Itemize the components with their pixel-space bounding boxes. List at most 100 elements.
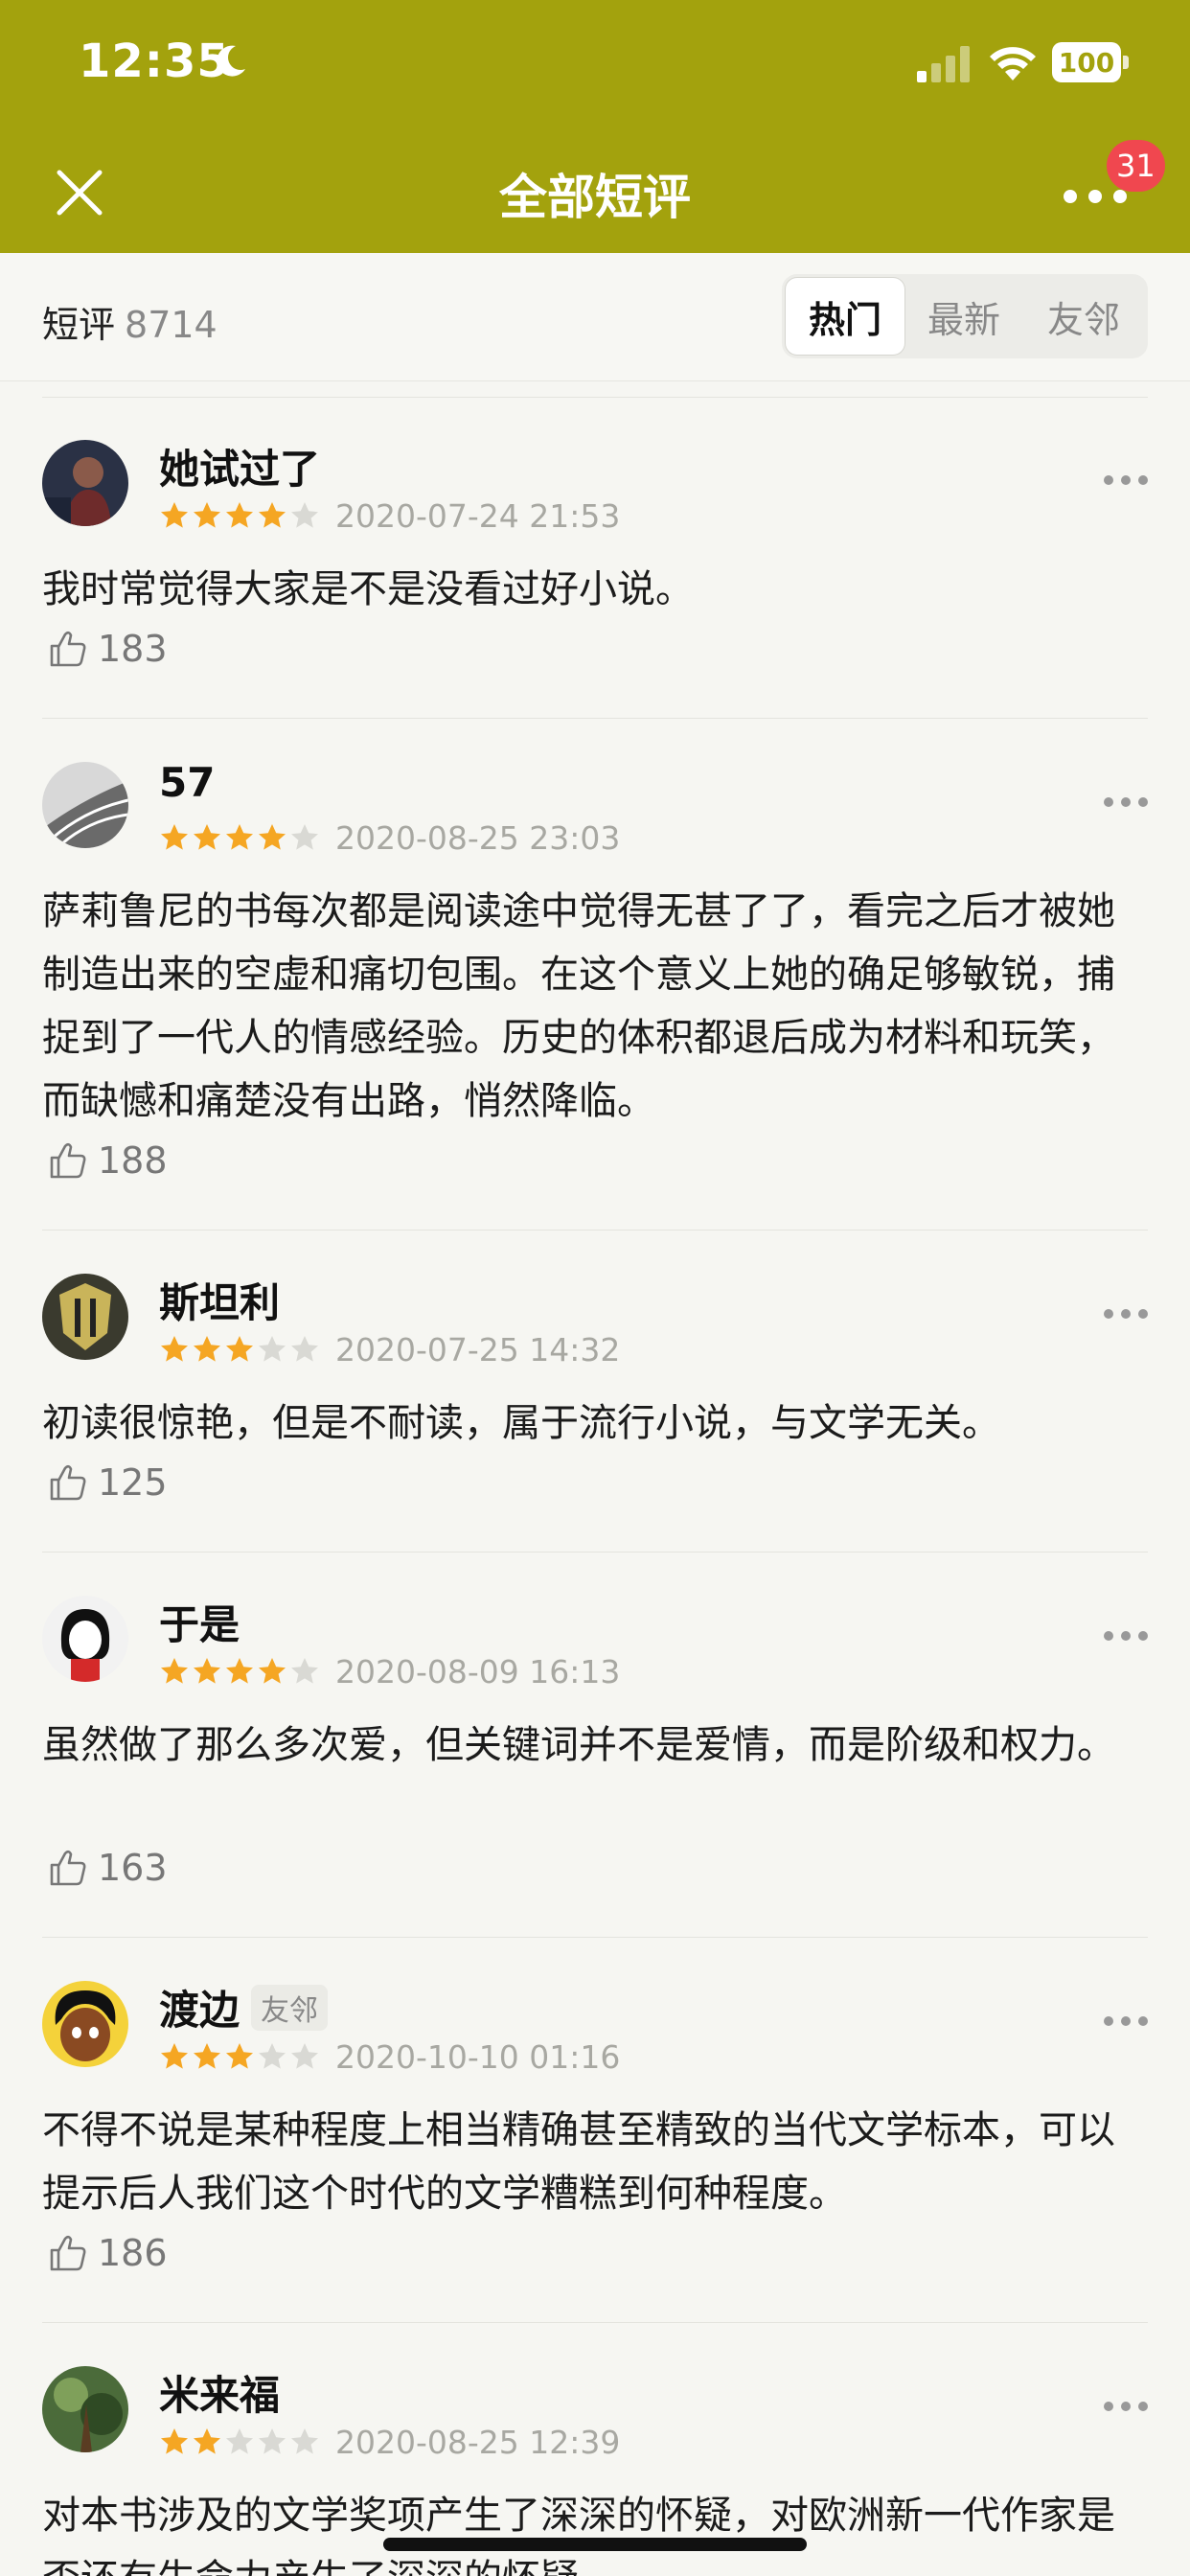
- battery-level: 100: [1052, 42, 1121, 82]
- battery-indicator: 100: [1052, 42, 1129, 82]
- battery-nub: [1123, 56, 1129, 69]
- friend-tag: 友邻: [251, 1984, 329, 2031]
- review-username[interactable]: 米来福: [159, 2363, 280, 2422]
- review-meta: 2020-08-25 12:39: [159, 2423, 620, 2461]
- username-text[interactable]: 她试过了: [159, 437, 320, 495]
- star-filled-icon: [194, 1336, 220, 1362]
- review-text: 萨莉鲁尼的书每次都是阅读途中觉得无甚了了，看完之后才被她制造出来的空虚和痛切包围…: [42, 889, 1115, 1123]
- username-text[interactable]: 斯坦利: [159, 1271, 280, 1329]
- like-count: 188: [98, 1139, 168, 1182]
- review-more-icon[interactable]: [1104, 475, 1148, 489]
- thumbs-up-icon: [50, 1464, 86, 1501]
- like-count: 183: [98, 628, 168, 670]
- review-meta: 2020-10-10 01:16: [159, 2037, 620, 2076]
- cellular-signal-icon: [917, 46, 970, 82]
- review-text: 初读很惊艳，但是不耐读，属于流行小说，与文学无关。: [42, 1401, 1000, 1445]
- username-text[interactable]: 渡边: [159, 1978, 240, 2036]
- status-bar: 12:35 100: [0, 0, 1190, 134]
- review-more-icon[interactable]: [1104, 2016, 1148, 2030]
- review-text: 虽然做了那么多次爱，但关键词并不是爱情，而是阶级和权力。: [42, 1723, 1115, 1767]
- star-filled-icon: [259, 1658, 286, 1684]
- review-more-icon[interactable]: [1104, 1309, 1148, 1322]
- star-filled-icon: [226, 502, 253, 528]
- review-username[interactable]: 她试过了: [159, 437, 320, 495]
- star-empty-icon: [291, 502, 318, 528]
- review-item: 于是 2020-08-09 16:13 虽然做了那么多次爱，但关键词并不是爱情，…: [0, 1552, 1190, 1938]
- status-time: 12:35: [79, 34, 230, 88]
- review-date: 2020-10-10 01:16: [335, 2037, 621, 2076]
- star-empty-icon: [291, 1658, 318, 1684]
- review-more-icon[interactable]: [1104, 1631, 1148, 1644]
- user-avatar[interactable]: [42, 1981, 128, 2067]
- comments-label: 短评: [42, 304, 116, 346]
- star-empty-icon: [291, 2428, 318, 2454]
- review-username[interactable]: 渡边 友邻: [159, 1978, 329, 2036]
- star-empty-icon: [291, 2043, 318, 2069]
- review-username[interactable]: 于是: [159, 1593, 240, 1651]
- thumbs-up-icon: [50, 631, 86, 667]
- home-indicator: [383, 2538, 807, 2551]
- star-filled-icon: [161, 824, 188, 850]
- star-filled-icon: [259, 502, 286, 528]
- star-filled-icon: [259, 824, 286, 850]
- review-item: 她试过了 2020-07-24 21:53 我时常觉得大家是不是没看过好小说。 …: [0, 397, 1190, 719]
- rating-stars: [159, 1334, 320, 1365]
- review-date: 2020-08-25 23:03: [335, 818, 621, 857]
- star-empty-icon: [291, 824, 318, 850]
- star-empty-icon: [259, 2043, 286, 2069]
- user-avatar[interactable]: [42, 1596, 128, 1682]
- like-button[interactable]: 186: [46, 2231, 168, 2275]
- comments-subheader: 短评 8714 热门 最新 友邻: [0, 253, 1190, 381]
- rating-stars: [159, 500, 320, 531]
- star-filled-icon: [226, 824, 253, 850]
- review-meta: 2020-07-24 21:53: [159, 496, 620, 535]
- review-item: 57 2020-08-25 23:03 萨莉鲁尼的书每次都是阅读途中觉得无甚了了…: [0, 719, 1190, 1230]
- like-count: 163: [98, 1847, 168, 1889]
- username-text[interactable]: 于是: [159, 1593, 240, 1651]
- thumbs-up-icon: [50, 2235, 86, 2271]
- star-empty-icon: [291, 1336, 318, 1362]
- review-meta: 2020-08-09 16:13: [159, 1652, 620, 1690]
- user-avatar[interactable]: [42, 2366, 128, 2452]
- page-title: 全部短评: [499, 170, 691, 225]
- tab-latest[interactable]: 最新: [904, 278, 1023, 355]
- like-count: 186: [98, 2232, 168, 2274]
- username-text[interactable]: 米来福: [159, 2363, 280, 2422]
- review-text: 不得不说是某种程度上相当精确甚至精致的当代文学标本，可以提示后人我们这个时代的文…: [42, 2108, 1115, 2216]
- user-avatar[interactable]: [42, 762, 128, 848]
- review-username[interactable]: 斯坦利: [159, 1271, 280, 1329]
- star-filled-icon: [226, 1658, 253, 1684]
- review-feed: 她试过了 2020-07-24 21:53 我时常觉得大家是不是没看过好小说。 …: [0, 397, 1190, 2576]
- tab-hot[interactable]: 热门: [786, 278, 904, 355]
- star-filled-icon: [161, 2043, 188, 2069]
- review-more-icon[interactable]: [1104, 2402, 1148, 2415]
- star-filled-icon: [161, 1336, 188, 1362]
- comments-count-label: 短评 8714: [42, 295, 217, 348]
- like-button[interactable]: 125: [46, 1460, 168, 1505]
- sort-tabs: 热门 最新 友邻: [782, 274, 1148, 358]
- rating-stars: [159, 822, 320, 853]
- username-text[interactable]: 57: [159, 759, 215, 806]
- review-date: 2020-07-25 14:32: [335, 1330, 621, 1368]
- review-text: 我时常觉得大家是不是没看过好小说。: [42, 567, 694, 611]
- star-filled-icon: [161, 2428, 188, 2454]
- review-item: 斯坦利 2020-07-25 14:32 初读很惊艳，但是不耐读，属于流行小说，…: [0, 1230, 1190, 1552]
- user-avatar[interactable]: [42, 1274, 128, 1360]
- star-filled-icon: [194, 2043, 220, 2069]
- like-button[interactable]: 163: [46, 1846, 168, 1890]
- star-filled-icon: [226, 1336, 253, 1362]
- review-username[interactable]: 57: [159, 759, 215, 806]
- star-filled-icon: [194, 502, 220, 528]
- review-more-icon[interactable]: [1104, 797, 1148, 811]
- thumbs-up-icon: [50, 1142, 86, 1179]
- tab-friends[interactable]: 友邻: [1023, 278, 1144, 355]
- like-button[interactable]: 188: [46, 1138, 168, 1183]
- app-header: 12:35 100 全部短评: [0, 0, 1190, 253]
- star-empty-icon: [259, 1336, 286, 1362]
- star-filled-icon: [161, 1658, 188, 1684]
- star-filled-icon: [194, 1658, 220, 1684]
- comments-count: 8714: [125, 304, 217, 346]
- review-text: 对本书涉及的文学奖项产生了深深的怀疑，对欧洲新一代作家是否还有生命力产生了深深的…: [42, 2494, 1115, 2576]
- user-avatar[interactable]: [42, 440, 128, 526]
- like-button[interactable]: 183: [46, 627, 168, 671]
